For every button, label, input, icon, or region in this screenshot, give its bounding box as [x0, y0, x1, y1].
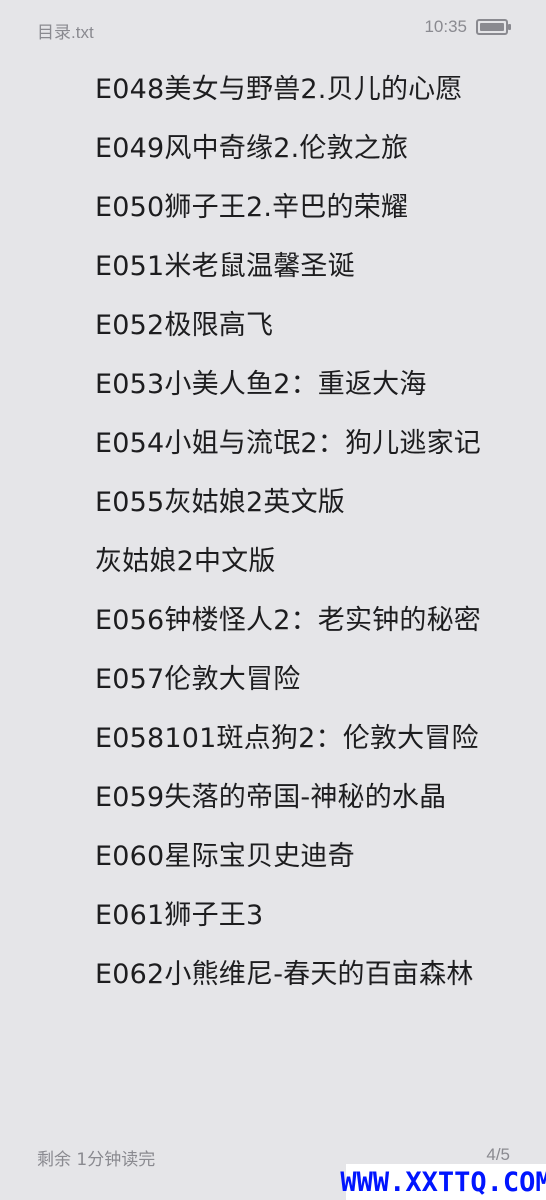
catalog-line: E050狮子王2.辛巴的荣耀	[95, 192, 409, 223]
reading-time-remaining: 剩余 1分钟读完	[37, 1150, 156, 1170]
catalog-line: E049风中奇缘2.伦敦之旅	[95, 133, 409, 164]
catalog-line: E061狮子王3	[95, 900, 264, 931]
catalog-line: E058101斑点狗2：伦敦大冒险	[95, 723, 479, 754]
reader-page: 目录.txt 10:35 E048美女与野兽2.贝儿的心愿 E049风中奇缘2.…	[0, 0, 546, 1200]
catalog-line: E053小美人鱼2：重返大海	[95, 369, 427, 400]
text-content: E048美女与野兽2.贝儿的心愿 E049风中奇缘2.伦敦之旅 E050狮子王2…	[95, 68, 525, 1012]
catalog-line: E060星际宝贝史迪奇	[95, 841, 355, 872]
catalog-line: 灰姑娘2中文版	[95, 546, 276, 577]
document-title: 目录.txt	[37, 23, 94, 42]
catalog-line: E056钟楼怪人2：老实钟的秘密	[95, 605, 481, 636]
catalog-line: E051米老鼠温馨圣诞	[95, 251, 355, 282]
catalog-line: E062小熊维尼-春天的百亩森林	[95, 959, 474, 990]
battery-icon	[476, 19, 511, 35]
catalog-line: E048美女与野兽2.贝儿的心愿	[95, 74, 463, 105]
catalog-line: E052极限高飞	[95, 310, 274, 341]
clock-time: 10:35	[424, 17, 467, 36]
catalog-line: E055灰姑娘2英文版	[95, 487, 345, 518]
catalog-line: E057伦敦大冒险	[95, 664, 301, 695]
page-indicator: 4/5	[486, 1145, 510, 1164]
status-bar: 目录.txt 10:35	[0, 0, 546, 56]
status-right: 10:35	[424, 17, 512, 37]
website-watermark: WWW.XXTTQ.COM	[340, 1164, 546, 1200]
catalog-line: E054小姐与流氓2：狗儿逃家记	[95, 428, 481, 459]
catalog-line: E059失落的帝国-神秘的水晶	[95, 782, 447, 813]
